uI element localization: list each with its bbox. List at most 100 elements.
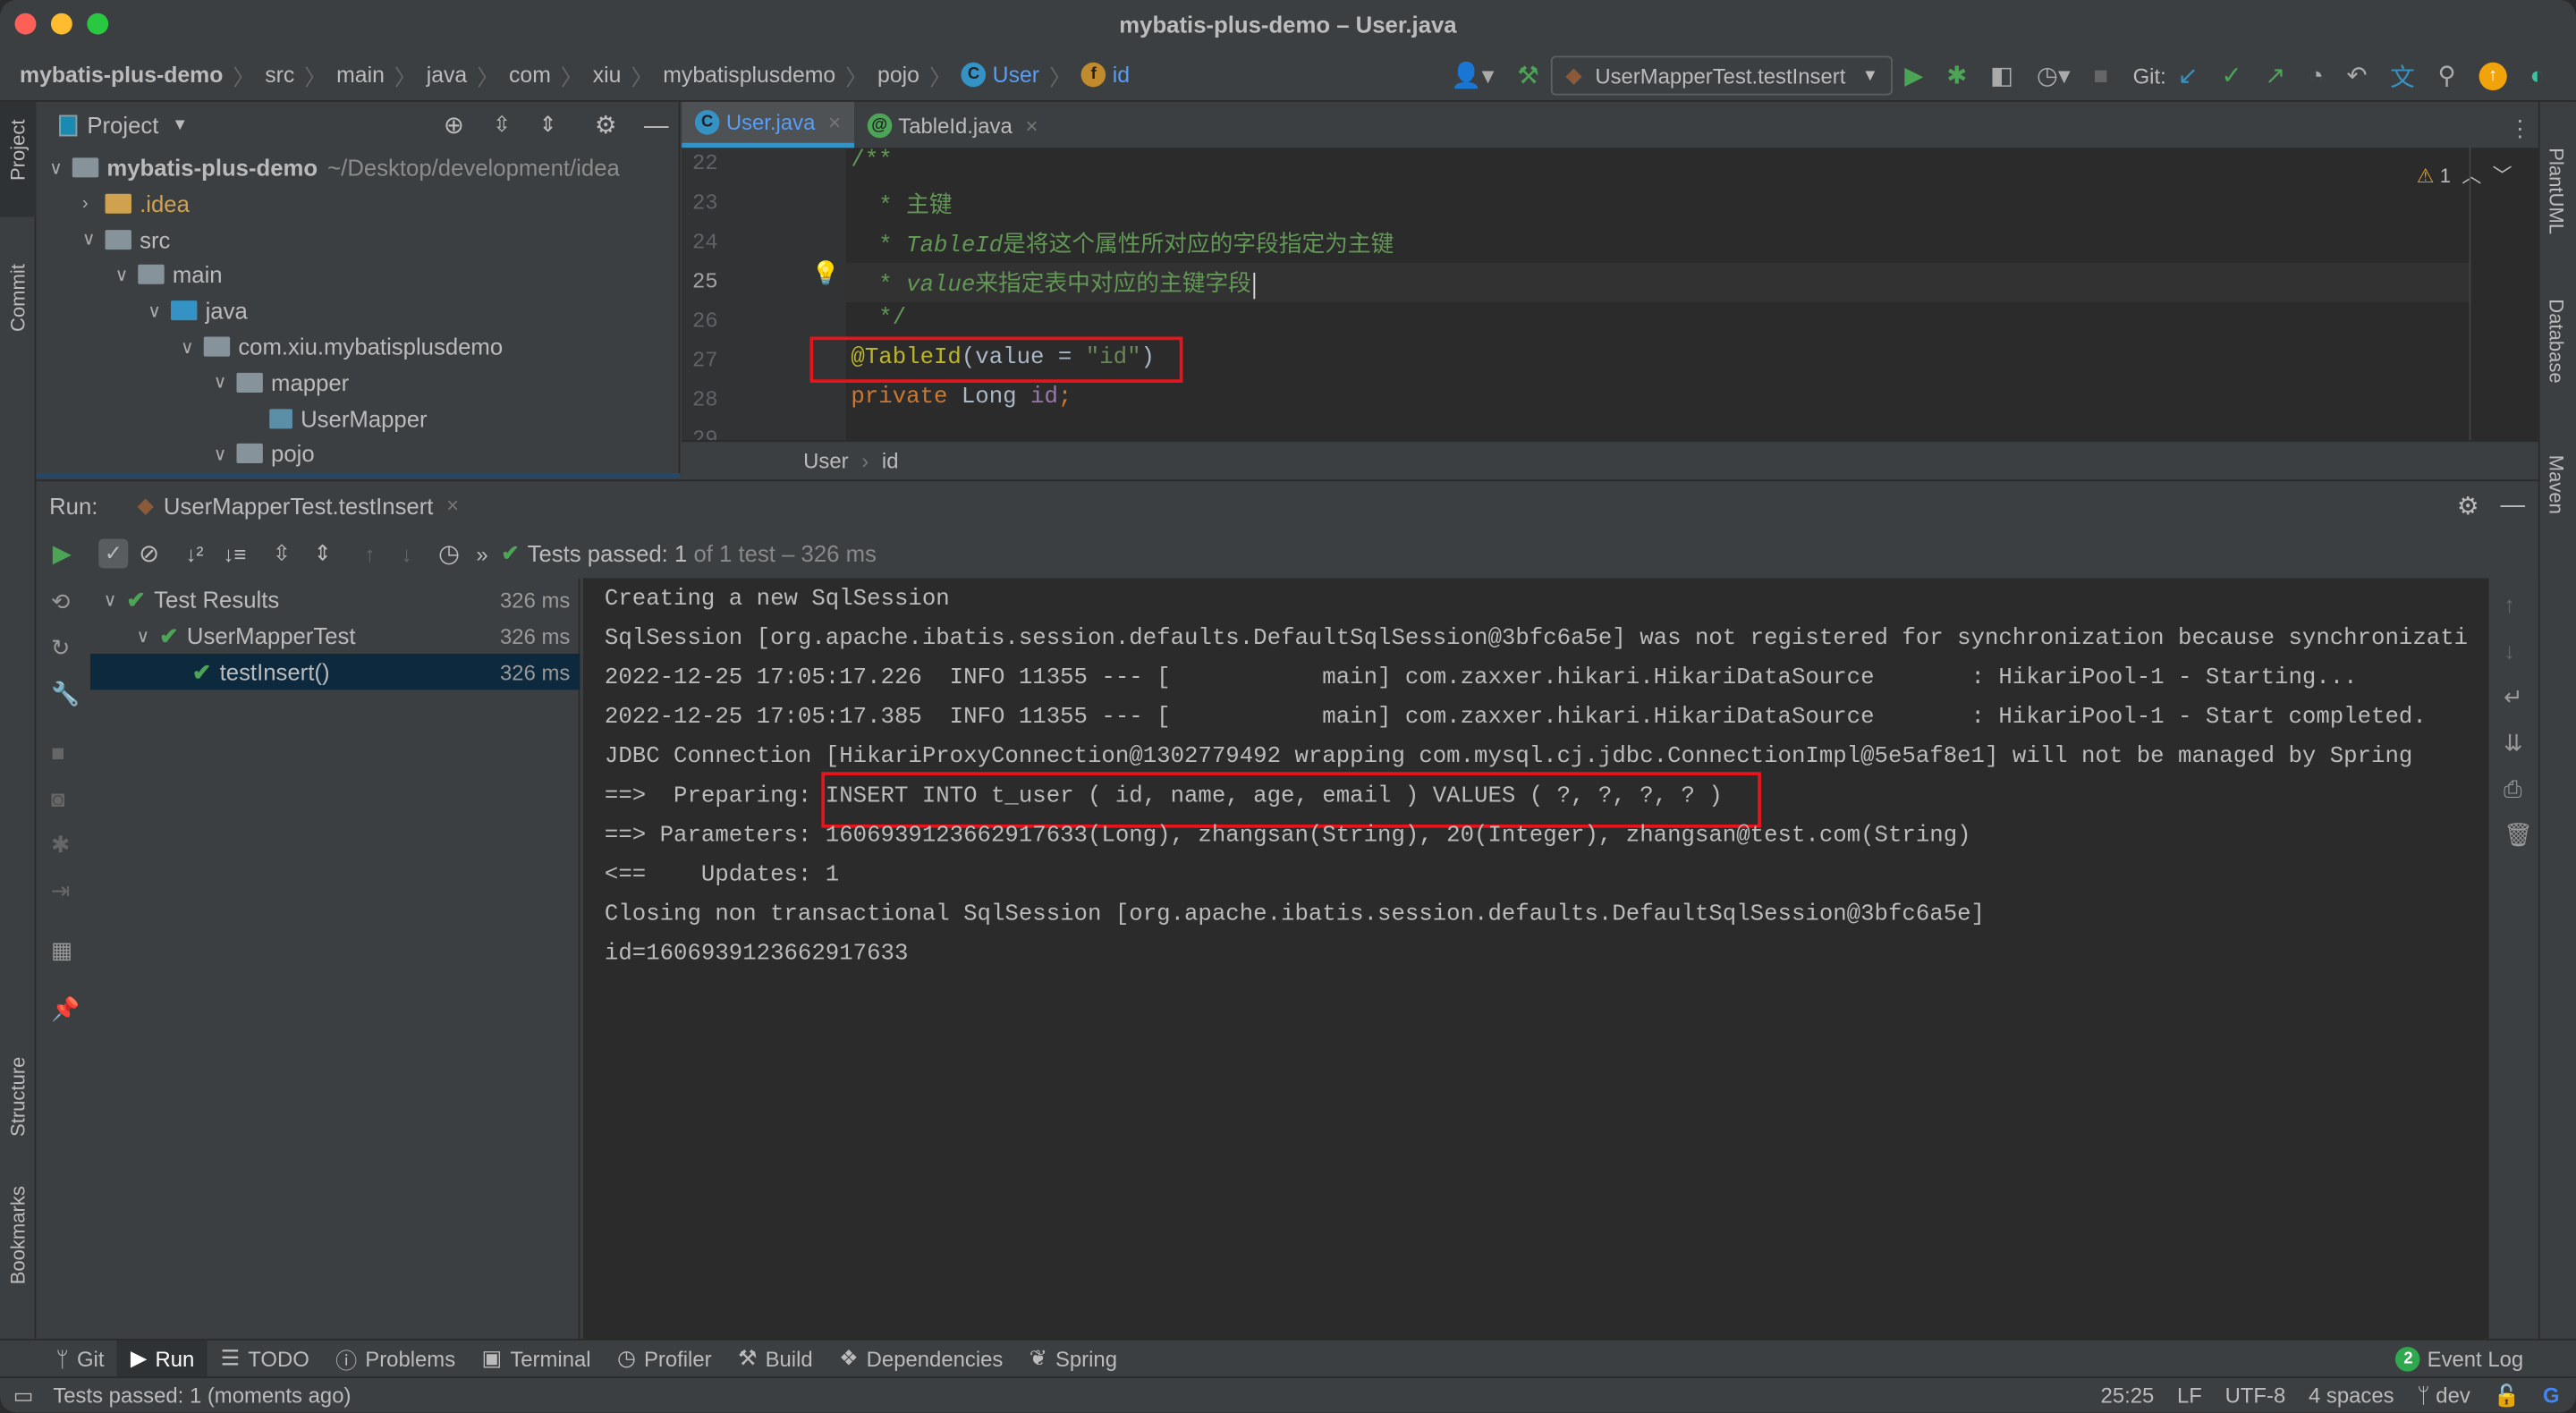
chevron-icon[interactable]: › <box>82 193 106 213</box>
chevron-icon[interactable]: ∨ <box>115 265 139 285</box>
breadcrumb-item[interactable]: pojo <box>877 63 919 88</box>
show-ignored-toggle[interactable]: ⊘ <box>139 538 159 568</box>
code-line[interactable]: * TableId是将这个属性所对应的字段指定为主键 <box>851 226 1394 259</box>
history-icon[interactable]: ◷ <box>438 538 460 568</box>
git-commit-icon[interactable]: ✓ <box>2221 61 2241 90</box>
maximize-window-button[interactable] <box>87 13 109 35</box>
collapse-all-icon[interactable]: ⇕ <box>538 112 556 138</box>
sort-alpha-icon[interactable]: ↓² <box>186 541 204 566</box>
commit-tool-tab[interactable]: Commit <box>6 264 30 332</box>
chevron-icon[interactable]: ∨ <box>82 228 106 250</box>
wrench-icon[interactable]: 🔧 <box>51 680 80 707</box>
tree-item-pojo[interactable]: ∨ pojo <box>214 436 315 471</box>
previous-failed-icon[interactable]: ↑ <box>364 541 375 566</box>
hide-icon[interactable]: — <box>644 111 669 139</box>
line-separator[interactable]: LF <box>2177 1383 2202 1409</box>
tab-User-java[interactable]: C User.java × <box>682 101 854 148</box>
minimize-window-button[interactable] <box>50 13 72 35</box>
test-tree-item[interactable]: ✔ testInsert() 326 ms <box>90 654 580 690</box>
scroll-up-icon[interactable]: ↑ <box>2504 591 2515 617</box>
tree-item-idea[interactable]: › .idea <box>82 185 190 221</box>
coverage-icon[interactable]: ◧ <box>1990 61 2013 90</box>
bookmarks-tool-tab[interactable]: Bookmarks <box>6 1186 30 1284</box>
history-icon[interactable]: ◔ <box>2309 62 2324 89</box>
build-hammer-icon[interactable]: ⚒ <box>1517 61 1539 90</box>
toggle-auto-test-icon[interactable]: ⟲ <box>51 588 71 616</box>
run-tab[interactable]: UserMapperTest.testInsert <box>164 492 434 518</box>
scroll-down-icon[interactable]: ↓ <box>2504 638 2515 664</box>
chevron-icon[interactable]: ∨ <box>136 625 159 647</box>
tab-TableId-java[interactable]: @ TableId.java × <box>854 102 1051 148</box>
sort-duration-icon[interactable]: ↓≡ <box>224 541 247 566</box>
update-icon[interactable]: ↑ <box>2479 61 2507 90</box>
chevron-icon[interactable]: ∨ <box>181 336 204 357</box>
run-icon[interactable]: ▶ <box>1904 61 1923 90</box>
warning-indicator[interactable]: ⚠ 1 ︿ ﹀ <box>2417 161 2512 189</box>
test-tree-item[interactable]: ∨ ✔ UserMapperTest 326 ms <box>90 618 580 654</box>
close-tab-icon[interactable]: × <box>446 493 459 518</box>
lightbulb-icon[interactable]: 💡 <box>811 259 840 287</box>
git-update-icon[interactable]: ↙ <box>2178 61 2199 90</box>
tool-problems[interactable]: ⓘ Problems <box>323 1340 469 1377</box>
expand-all-icon[interactable]: ⇳ <box>273 540 291 566</box>
lock-icon[interactable]: 🔓 <box>2494 1383 2521 1409</box>
bug-icon[interactable]: ✱ <box>51 831 71 859</box>
show-passed-toggle[interactable]: ✓ <box>97 538 130 569</box>
translate-icon[interactable]: 文 <box>2390 58 2415 93</box>
layout-icon[interactable]: ▦ <box>51 936 72 964</box>
breadcrumb-item[interactable]: mybatis-plus-demo <box>20 63 223 88</box>
next-failed-icon[interactable]: ↓ <box>402 541 412 566</box>
tool-spring[interactable]: ❦ Spring <box>1016 1340 1131 1377</box>
indent-setting[interactable]: 4 spaces <box>2309 1383 2394 1409</box>
code-line[interactable]: /** <box>851 148 892 173</box>
panel-toggle-icon[interactable]: ▭ <box>13 1383 34 1409</box>
soft-wrap-icon[interactable]: ↵ <box>2504 683 2523 711</box>
gear-icon[interactable]: ⚙ <box>595 110 617 140</box>
rerun-icon[interactable]: ▶ <box>53 538 72 568</box>
breadcrumb-class[interactable]: 〉 C User <box>919 58 1039 91</box>
scroll-to-end-icon[interactable]: ⇊ <box>2504 729 2523 757</box>
more-options-icon[interactable]: ⋮ <box>2509 115 2532 143</box>
run-config-selector[interactable]: ◆ UserMapperTest.testInsert ▼ <box>1550 55 1894 96</box>
expand-all-icon[interactable]: ⇳ <box>493 112 511 138</box>
breadcrumb-item[interactable]: mybatisplusdemo <box>663 63 835 88</box>
breadcrumb-item[interactable]: src <box>265 63 294 88</box>
editor-crumb-field[interactable]: id <box>882 448 899 473</box>
code-line[interactable]: */ <box>851 306 906 332</box>
breadcrumb-field[interactable]: 〉 f id <box>1039 58 1130 91</box>
structure-tool-tab[interactable]: Structure <box>6 1057 30 1137</box>
editor-crumb-class[interactable]: User <box>803 448 848 473</box>
search-icon[interactable]: ⚲ <box>2438 61 2456 90</box>
plantuml-tool-tab[interactable]: PlantUML <box>2545 148 2568 234</box>
print-icon[interactable]: ⎙ <box>2504 775 2522 803</box>
maven-tool-tab[interactable]: Maven <box>2545 455 2568 514</box>
debug-icon[interactable]: ✱ <box>1946 61 1967 90</box>
tree-item-src[interactable]: ∨ src <box>82 221 171 257</box>
tree-root[interactable]: ∨ mybatis-plus-demo ~/Desktop/developmen… <box>49 149 620 185</box>
tree-item-UserMapper[interactable]: UserMapper <box>247 400 428 436</box>
tree-item-main[interactable]: ∨ main <box>115 257 223 292</box>
project-tool-tab[interactable]: Project <box>6 119 30 181</box>
database-tool-tab[interactable]: Database <box>2545 299 2568 383</box>
locate-icon[interactable]: ⊕ <box>444 110 464 140</box>
caret-position[interactable]: 25:25 <box>2101 1383 2155 1409</box>
tree-item-mapper[interactable]: ∨ mapper <box>214 364 349 400</box>
code-line[interactable]: * 主键 <box>851 187 952 220</box>
status-message[interactable]: Tests passed: 1 (moments ago) <box>53 1383 351 1409</box>
rollback-icon[interactable]: ↶ <box>2346 61 2367 90</box>
trash-icon[interactable]: 🗑 <box>2504 821 2533 849</box>
tool-dependencies[interactable]: ❖ Dependencies <box>826 1340 1016 1377</box>
tool-git[interactable]: ᛘ Git <box>43 1340 117 1377</box>
camera-icon[interactable]: ◙ <box>51 785 65 811</box>
breadcrumb-item[interactable]: com <box>509 63 551 88</box>
git-push-icon[interactable]: ↗ <box>2265 61 2285 90</box>
file-encoding[interactable]: UTF-8 <box>2225 1383 2286 1409</box>
tree-item-com-xiu-mybatisplusdemo[interactable]: ∨ com.xiu.mybatisplusdemo <box>181 328 503 364</box>
user-icon[interactable]: 👤▾ <box>1451 61 1494 90</box>
pin-icon[interactable]: 📌 <box>51 995 80 1023</box>
export-icon[interactable]: ⇥ <box>51 877 71 905</box>
tool-run[interactable]: ▶ Run <box>117 1339 208 1378</box>
console-output[interactable]: Creating a new SqlSession SqlSession [org… <box>583 578 2489 1339</box>
more-icon[interactable]: » <box>476 541 487 566</box>
test-tree-item[interactable]: ∨ ✔ Test Results 326 ms <box>90 581 580 617</box>
